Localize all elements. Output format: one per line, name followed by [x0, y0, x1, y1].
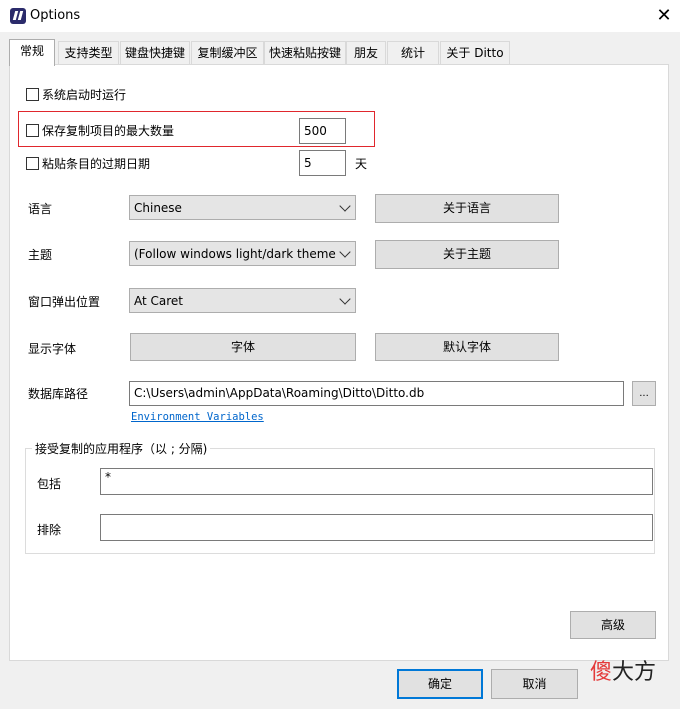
expire-input[interactable]: 5	[299, 150, 346, 176]
window-title: Options	[30, 8, 81, 23]
popup-position-value: At Caret	[134, 294, 184, 308]
popup-position-label: 窗口弹出位置	[28, 295, 101, 309]
language-select[interactable]: Chinese	[129, 195, 356, 220]
db-path-input[interactable]: C:\Users\admin\AppData\Roaming\Ditto\Dit…	[129, 381, 624, 406]
tab-stats[interactable]: 统计	[387, 41, 439, 64]
theme-value: (Follow windows light/dark themes)	[134, 247, 347, 261]
max-saved-label: 保存复制项目的最大数量	[42, 124, 175, 138]
expire-checkbox[interactable]	[26, 157, 39, 170]
tab-supported-types[interactable]: 支持类型	[58, 41, 119, 64]
ditto-app-icon	[10, 8, 26, 24]
expire-unit: 天	[355, 157, 368, 171]
close-icon[interactable]: ✕	[652, 4, 676, 28]
display-font-label: 显示字体	[28, 342, 77, 356]
watermark-logo: 傻大方	[590, 660, 657, 685]
theme-label: 主题	[28, 248, 53, 262]
ok-button[interactable]: 确定	[397, 669, 483, 699]
run-on-startup-label: 系统启动时运行	[42, 88, 127, 102]
tab-friends[interactable]: 朋友	[346, 41, 386, 64]
browse-button[interactable]: ...	[632, 381, 656, 406]
popup-position-select[interactable]: At Caret	[129, 288, 356, 313]
environment-variables-link[interactable]: Environment Variables	[131, 411, 264, 423]
include-input[interactable]: *	[100, 468, 653, 495]
exclude-label: 排除	[37, 523, 62, 537]
language-value: Chinese	[134, 201, 182, 215]
about-theme-button[interactable]: 关于主题	[375, 240, 559, 269]
default-font-button[interactable]: 默认字体	[375, 333, 559, 361]
tab-keyboard-shortcuts[interactable]: 键盘快捷键	[120, 41, 190, 64]
max-saved-checkbox[interactable]	[26, 124, 39, 137]
advanced-button[interactable]: 高级	[570, 611, 656, 639]
tab-quick-paste-keys[interactable]: 快速粘贴按键	[264, 41, 346, 64]
tab-about-ditto[interactable]: 关于 Ditto	[440, 41, 510, 64]
font-button[interactable]: 字体	[130, 333, 356, 361]
accept-copy-group-title: 接受复制的应用程序（以 ; 分隔)	[32, 440, 211, 457]
db-path-label: 数据库路径	[28, 387, 89, 401]
tab-copy-buffers[interactable]: 复制缓冲区	[191, 41, 264, 64]
language-label: 语言	[28, 202, 53, 216]
include-label: 包括	[37, 477, 62, 491]
theme-select[interactable]: (Follow windows light/dark themes)	[129, 241, 356, 266]
about-language-button[interactable]: 关于语言	[375, 194, 559, 223]
title-bar	[0, 0, 680, 32]
cancel-button[interactable]: 取消	[491, 669, 578, 699]
exclude-input[interactable]	[100, 514, 653, 541]
tab-general[interactable]: 常规	[9, 39, 55, 66]
run-on-startup-checkbox[interactable]	[26, 88, 39, 101]
max-saved-input[interactable]: 500	[299, 118, 346, 144]
expire-label: 粘贴条目的过期日期	[42, 157, 151, 171]
